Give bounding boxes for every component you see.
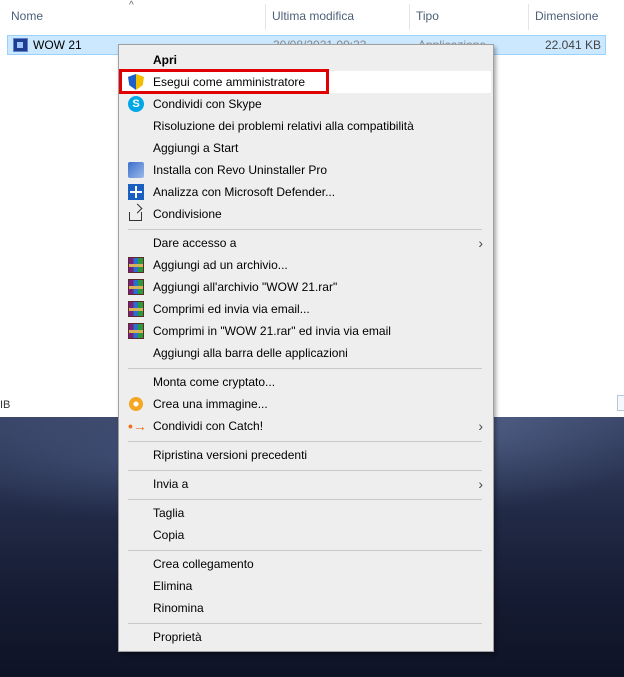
disc-image-icon xyxy=(129,397,143,411)
revo-uninstaller-icon xyxy=(128,162,144,178)
winrar-icon xyxy=(128,301,144,317)
menu-separator xyxy=(128,550,482,551)
menu-item-aggiungi-archivio[interactable]: Aggiungi ad un archivio... xyxy=(119,254,493,276)
winrar-icon xyxy=(128,279,144,295)
menu-item-condividi-con-catch[interactable]: •→ Condividi con Catch! › xyxy=(119,415,493,437)
menu-item-comprimi-rar-invia-email[interactable]: Comprimi in "WOW 21.rar" ed invia via em… xyxy=(119,320,493,342)
menu-item-label: Crea collegamento xyxy=(153,557,254,571)
application-icon xyxy=(13,38,28,52)
menu-item-label: Rinomina xyxy=(153,601,204,615)
chevron-right-icon: › xyxy=(478,418,483,434)
catch-icon: •→ xyxy=(128,418,147,434)
menu-item-invia-a[interactable]: Invia a › xyxy=(119,473,493,495)
menu-item-aggiungi-barra-applicazioni[interactable]: Aggiungi alla barra delle applicazioni xyxy=(119,342,493,364)
sort-ascending-icon: ^ xyxy=(129,0,134,11)
skype-icon: S xyxy=(128,96,144,112)
menu-item-label: Aggiungi all'archivio "WOW 21.rar" xyxy=(153,280,338,294)
menu-item-proprieta[interactable]: Proprietà xyxy=(119,626,493,648)
menu-item-monta-cryptato[interactable]: Monta come cryptato... xyxy=(119,371,493,393)
menu-item-crea-collegamento[interactable]: Crea collegamento xyxy=(119,553,493,575)
menu-separator xyxy=(128,470,482,471)
menu-item-apri[interactable]: Apri xyxy=(119,49,493,71)
menu-item-label: Ripristina versioni precedenti xyxy=(153,448,308,462)
menu-item-label: Proprietà xyxy=(153,630,202,644)
chevron-right-icon: › xyxy=(478,235,483,251)
menu-item-taglia[interactable]: Taglia xyxy=(119,502,493,524)
menu-separator xyxy=(128,368,482,369)
highlight-annotation-box xyxy=(119,69,329,94)
menu-item-condividi-con-skype[interactable]: S Condividi con Skype xyxy=(119,93,493,115)
file-name: WOW 21 xyxy=(33,38,82,52)
menu-item-label: Condividi con Skype xyxy=(153,97,262,111)
menu-item-label: Aggiungi a Start xyxy=(153,141,239,155)
context-menu: Apri Esegui come amministratore S Condiv… xyxy=(118,44,494,652)
column-header-bar: Nome ^ Ultima modifica Tipo Dimensione xyxy=(0,0,624,33)
menu-item-label: Taglia xyxy=(153,506,185,520)
menu-item-aggiungi-archivio-rar[interactable]: Aggiungi all'archivio "WOW 21.rar" xyxy=(119,276,493,298)
winrar-icon xyxy=(128,257,144,273)
file-size: 22.041 KB xyxy=(544,38,601,52)
menu-item-label: Dare accesso a xyxy=(153,236,237,250)
menu-item-comprimi-invia-email[interactable]: Comprimi ed invia via email... xyxy=(119,298,493,320)
menu-item-crea-immagine[interactable]: Crea una immagine... xyxy=(119,393,493,415)
menu-separator xyxy=(128,441,482,442)
menu-item-dare-accesso-a[interactable]: Dare accesso a › xyxy=(119,232,493,254)
menu-item-rinomina[interactable]: Rinomina xyxy=(119,597,493,619)
menu-separator xyxy=(128,229,482,230)
chevron-right-icon: › xyxy=(478,476,483,492)
column-header-size[interactable]: Dimensione xyxy=(529,0,624,33)
menu-item-label: Copia xyxy=(153,528,185,542)
menu-item-condivisione[interactable]: Condivisione xyxy=(119,203,493,225)
menu-item-risoluzione-problemi[interactable]: Risoluzione dei problemi relativi alla c… xyxy=(119,115,493,137)
menu-separator xyxy=(128,623,482,624)
defender-icon xyxy=(128,184,144,200)
menu-item-label: Elimina xyxy=(153,579,193,593)
right-edge-icon xyxy=(617,395,624,411)
menu-item-revo-uninstaller[interactable]: Installa con Revo Uninstaller Pro xyxy=(119,159,493,181)
menu-item-microsoft-defender[interactable]: Analizza con Microsoft Defender... xyxy=(119,181,493,203)
share-icon xyxy=(129,212,142,221)
column-header-name[interactable]: Nome xyxy=(5,0,265,33)
menu-item-label: Condividi con Catch! xyxy=(153,419,264,433)
left-edge-text: IB xyxy=(0,399,11,411)
menu-item-ripristina-versioni[interactable]: Ripristina versioni precedenti xyxy=(119,444,493,466)
menu-item-label: Comprimi ed invia via email... xyxy=(153,302,310,316)
menu-item-label: Invia a xyxy=(153,477,189,491)
menu-item-label: Condivisione xyxy=(153,207,222,221)
menu-separator xyxy=(128,499,482,500)
menu-item-aggiungi-a-start[interactable]: Aggiungi a Start xyxy=(119,137,493,159)
menu-item-elimina[interactable]: Elimina xyxy=(119,575,493,597)
menu-item-label: Aggiungi ad un archivio... xyxy=(153,258,288,272)
menu-item-label: Analizza con Microsoft Defender... xyxy=(153,185,336,199)
menu-item-label: Comprimi in "WOW 21.rar" ed invia via em… xyxy=(153,324,391,338)
menu-item-copia[interactable]: Copia xyxy=(119,524,493,546)
menu-item-label: Apri xyxy=(153,53,177,67)
menu-item-label: Installa con Revo Uninstaller Pro xyxy=(153,163,328,177)
menu-item-label: Aggiungi alla barra delle applicazioni xyxy=(153,346,348,360)
column-header-modified[interactable]: Ultima modifica xyxy=(266,0,409,33)
menu-item-label: Monta come cryptato... xyxy=(153,375,276,389)
menu-item-label: Risoluzione dei problemi relativi alla c… xyxy=(153,119,414,133)
winrar-icon xyxy=(128,323,144,339)
column-header-type[interactable]: Tipo xyxy=(410,0,528,33)
menu-item-label: Crea una immagine... xyxy=(153,397,268,411)
